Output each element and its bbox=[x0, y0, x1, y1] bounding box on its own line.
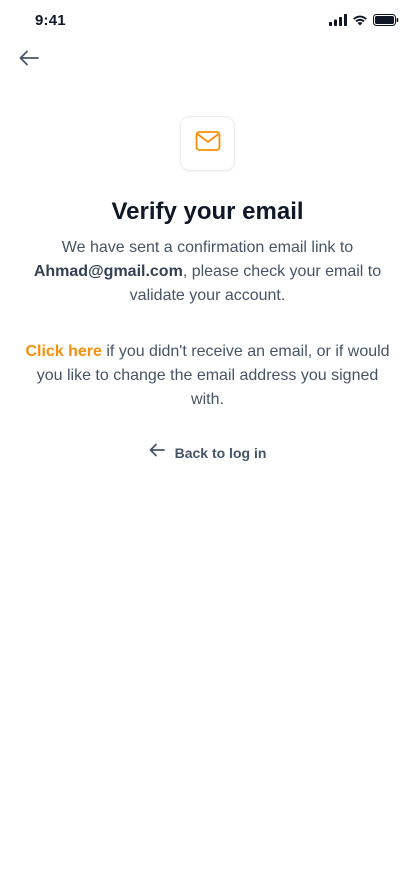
mail-badge bbox=[180, 116, 235, 171]
description-text-start: We have sent a confirmation email link t… bbox=[61, 239, 354, 256]
mail-icon bbox=[195, 130, 221, 157]
page-title: Verify your email bbox=[111, 198, 304, 225]
resend-instructions: Click here if you didn't receive an emai… bbox=[22, 340, 393, 412]
verify-email-screen: 9:41 Verify your email We have sent a co… bbox=[0, 0, 415, 896]
status-time: 9:41 bbox=[35, 12, 66, 29]
click-here-link[interactable]: Click here bbox=[25, 343, 101, 360]
battery-icon bbox=[373, 13, 399, 31]
cellular-signal-icon bbox=[329, 13, 347, 31]
status-bar: 9:41 bbox=[0, 0, 415, 44]
status-icons bbox=[329, 13, 399, 31]
email-address: Ahmad@gmail.com bbox=[33, 263, 183, 280]
back-to-login-button[interactable]: Back to log in bbox=[0, 443, 415, 462]
back-button[interactable] bbox=[16, 48, 42, 72]
arrow-left-icon bbox=[19, 50, 39, 71]
confirmation-description: We have sent a confirmation email link t… bbox=[24, 236, 391, 308]
back-to-login-label: Back to log in bbox=[174, 444, 267, 461]
arrow-left-icon bbox=[149, 443, 165, 462]
wifi-icon bbox=[352, 13, 368, 31]
